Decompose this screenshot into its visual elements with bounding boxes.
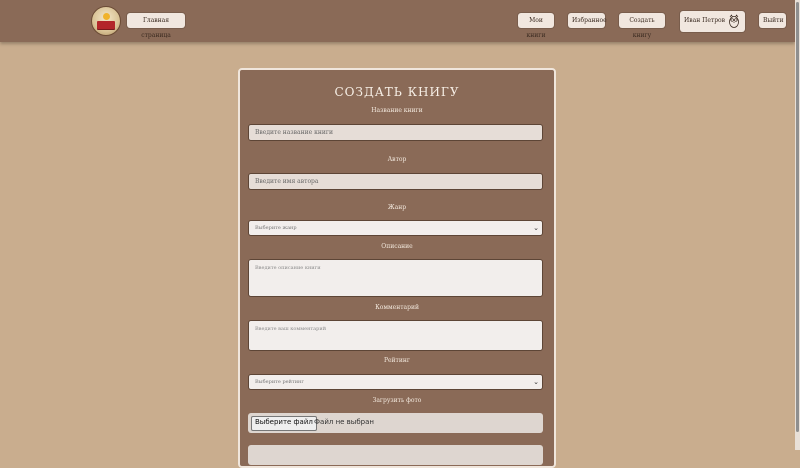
book-icon (97, 21, 115, 29)
logout-button[interactable]: Выйти (759, 13, 786, 28)
rating-select-value: Выберите рейтинг (255, 379, 305, 385)
description-label: Описание (381, 243, 413, 250)
user-profile-button[interactable]: Иван Петров (680, 11, 745, 32)
chevron-down-icon: ⌄ (533, 224, 539, 232)
app-logo[interactable] (91, 6, 121, 36)
choose-file-button[interactable]: Выберите файл (251, 416, 317, 431)
author-input[interactable]: Введите имя автора (248, 173, 543, 190)
create-book-button[interactable]: Создать книгу (619, 13, 665, 39)
form-title: СОЗДАТЬ КНИГУ (334, 85, 460, 99)
genre-select[interactable]: Выберите жанр ⌄ (248, 220, 543, 236)
book-name-input[interactable]: Введите название книги (248, 124, 543, 141)
home-button[interactable]: Главная страница (127, 13, 185, 39)
page-scrollbar[interactable] (795, 0, 800, 450)
rating-label: Рейтинг (383, 357, 411, 364)
description-textarea[interactable]: Введите описание книги (248, 259, 543, 297)
genre-label: Жанр (387, 204, 407, 211)
create-book-form: СОЗДАТЬ КНИГУ Название книги Введите наз… (238, 68, 556, 468)
my-books-button[interactable]: Мои книги (518, 13, 554, 39)
owl-avatar-icon (729, 14, 739, 28)
photo-upload[interactable]: Выберите файл Файл не выбран (248, 413, 543, 433)
genre-select-value: Выберите жанр (255, 225, 297, 231)
favorites-button[interactable]: Избранное (568, 13, 607, 28)
author-label: Автор (387, 156, 407, 163)
book-name-label: Название книги (371, 107, 423, 114)
rating-select[interactable]: Выберите рейтинг ⌄ (248, 374, 543, 390)
top-navbar: Главная страница Мои книги Избранное Соз… (0, 0, 795, 42)
apple-icon (103, 13, 110, 20)
comment-textarea[interactable]: Введите ваш комментарий (248, 320, 543, 351)
scrollbar-thumb[interactable] (796, 2, 799, 432)
next-form-field[interactable] (248, 445, 543, 465)
file-status: Файл не выбран (314, 418, 374, 426)
user-name: Иван Петров (684, 17, 726, 24)
chevron-down-icon: ⌄ (533, 378, 539, 386)
photo-label: Загрузить фото (372, 397, 422, 404)
comment-label: Комментарий (375, 304, 419, 311)
